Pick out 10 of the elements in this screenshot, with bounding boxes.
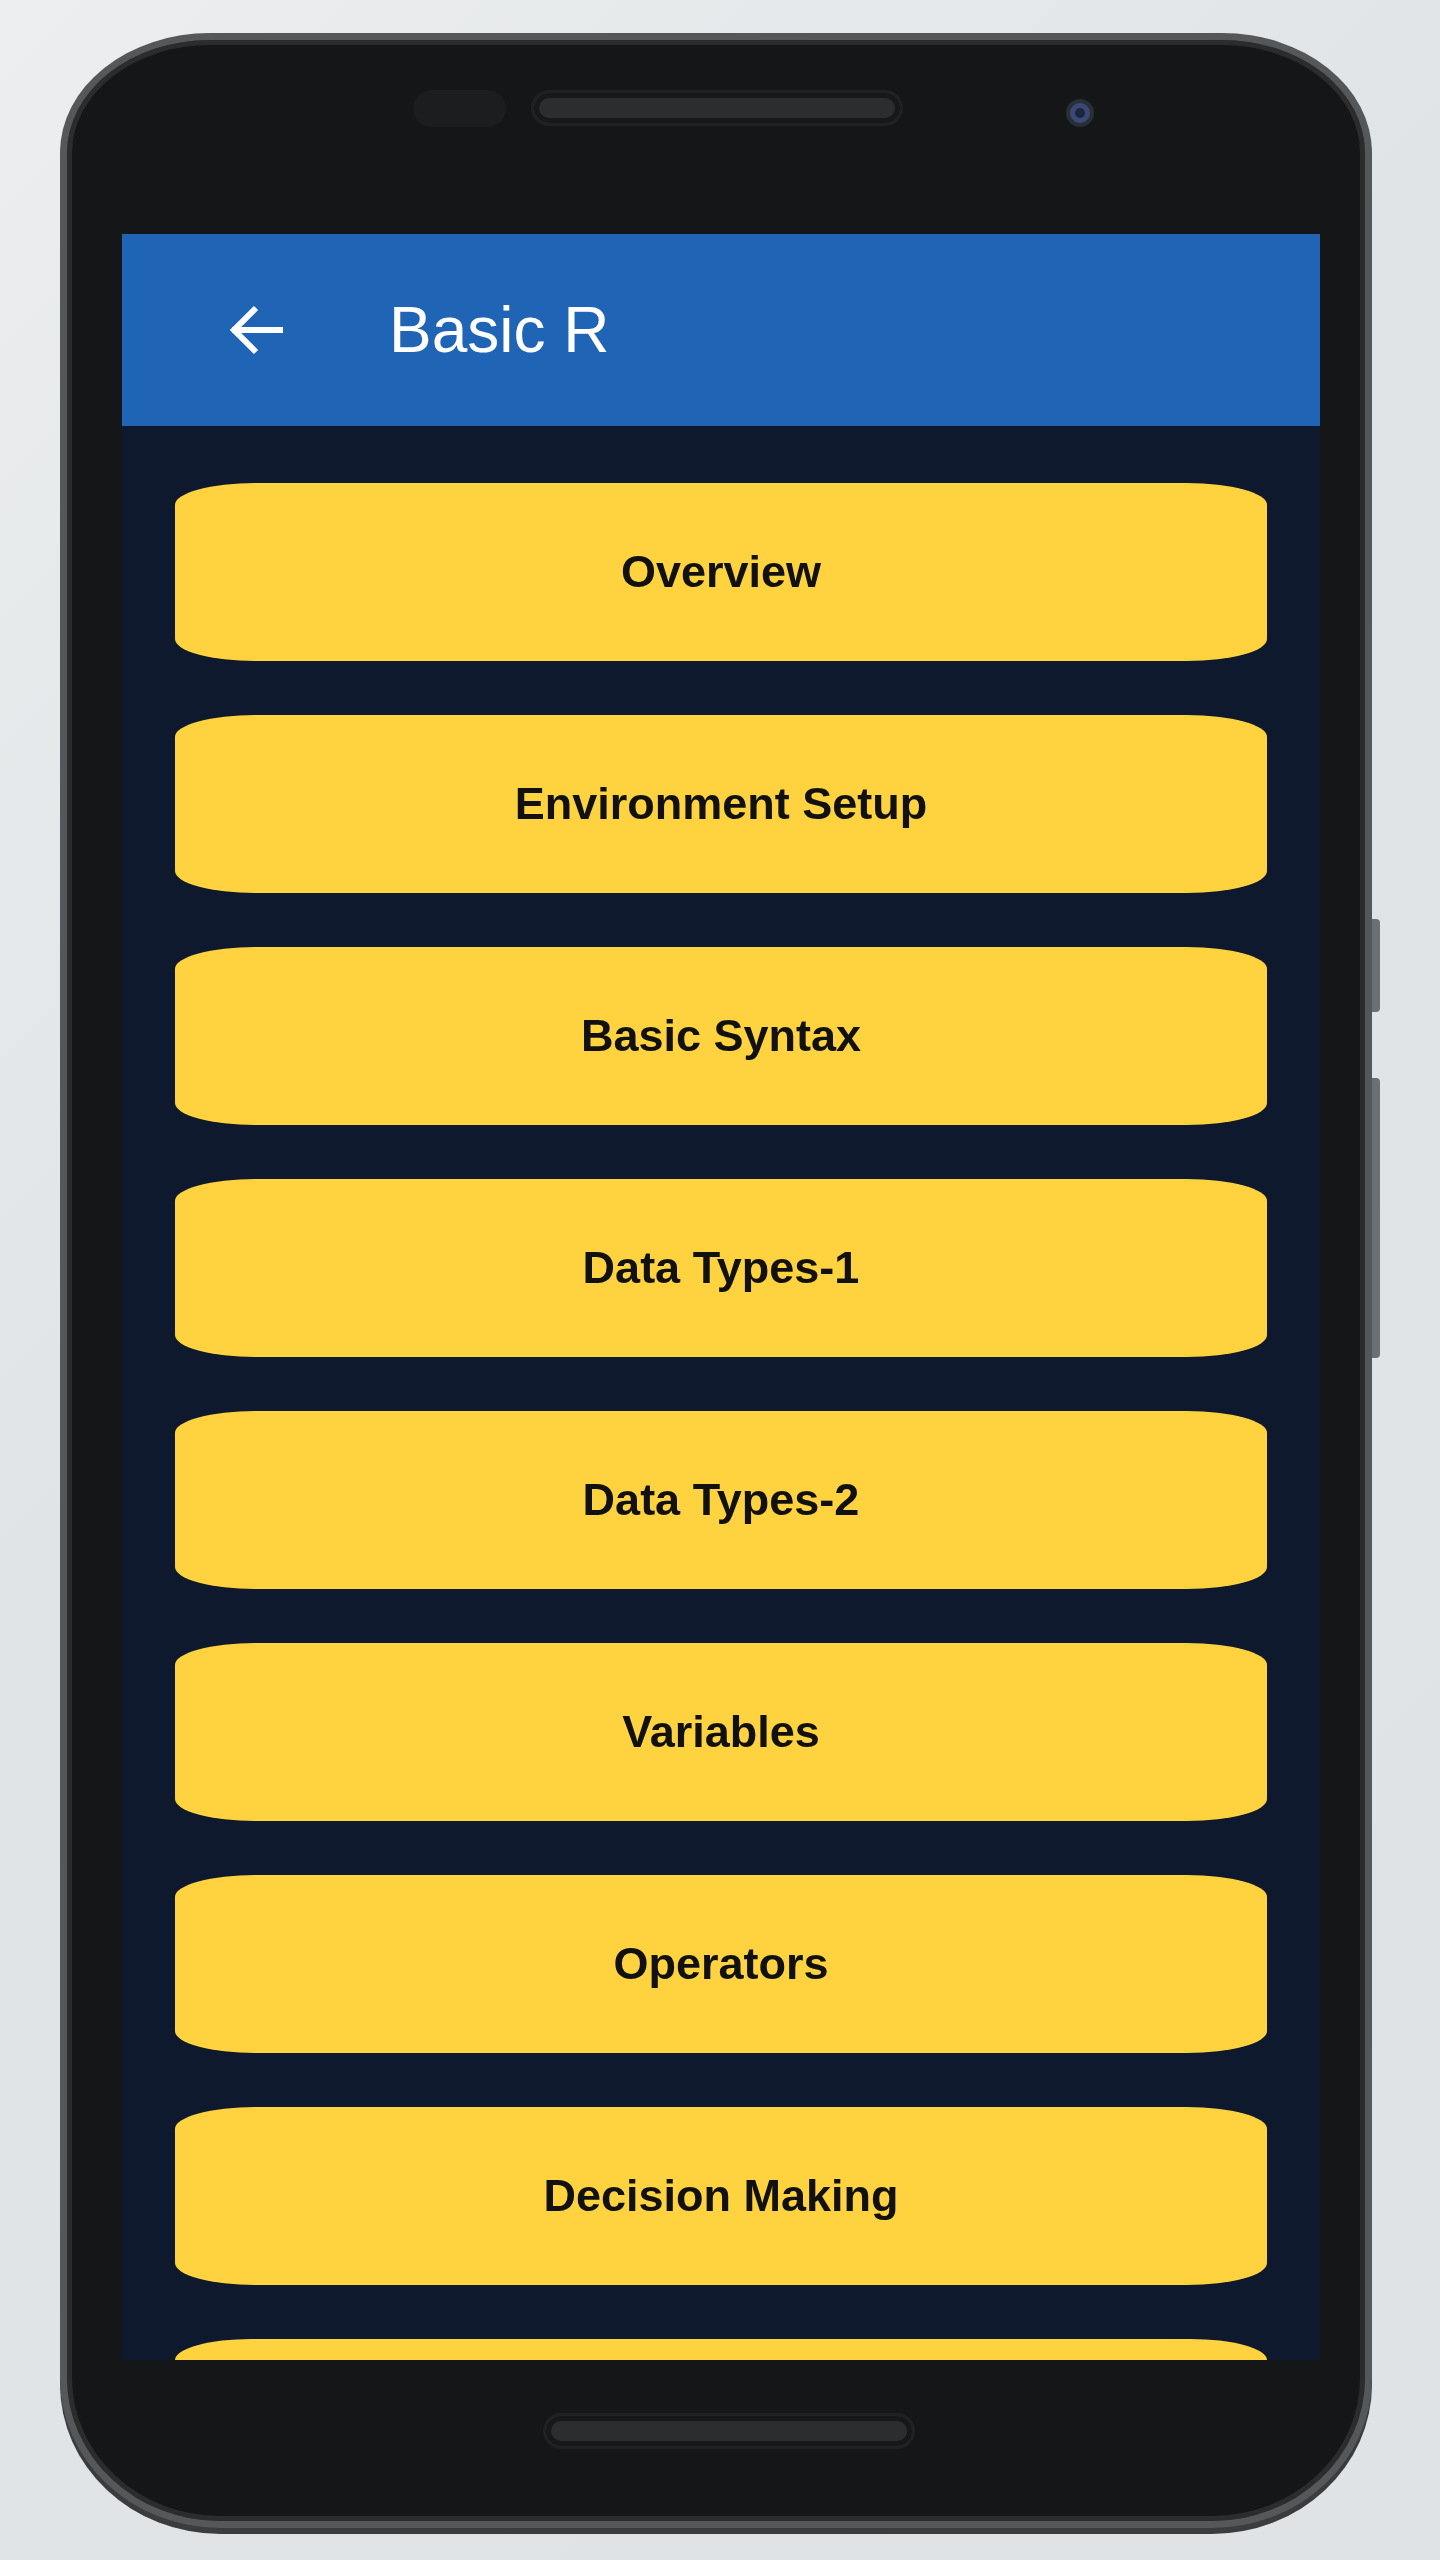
topic-button[interactable]: Data Types-1: [175, 1179, 1267, 1357]
screen-title: Basic R: [389, 293, 610, 367]
topic-button[interactable]: Operators: [175, 1875, 1267, 2053]
topic-button[interactable]: Overview: [175, 483, 1267, 661]
topic-button[interactable]: Variables: [175, 1643, 1267, 1821]
topic-button[interactable]: Environment Setup: [175, 715, 1267, 893]
camera-lens-icon: [1066, 99, 1094, 127]
topic-button[interactable]: Data Types-2: [175, 1411, 1267, 1589]
topic-button[interactable]: Decision Making: [175, 2107, 1267, 2285]
topic-button[interactable]: Basic Syntax: [175, 947, 1267, 1125]
